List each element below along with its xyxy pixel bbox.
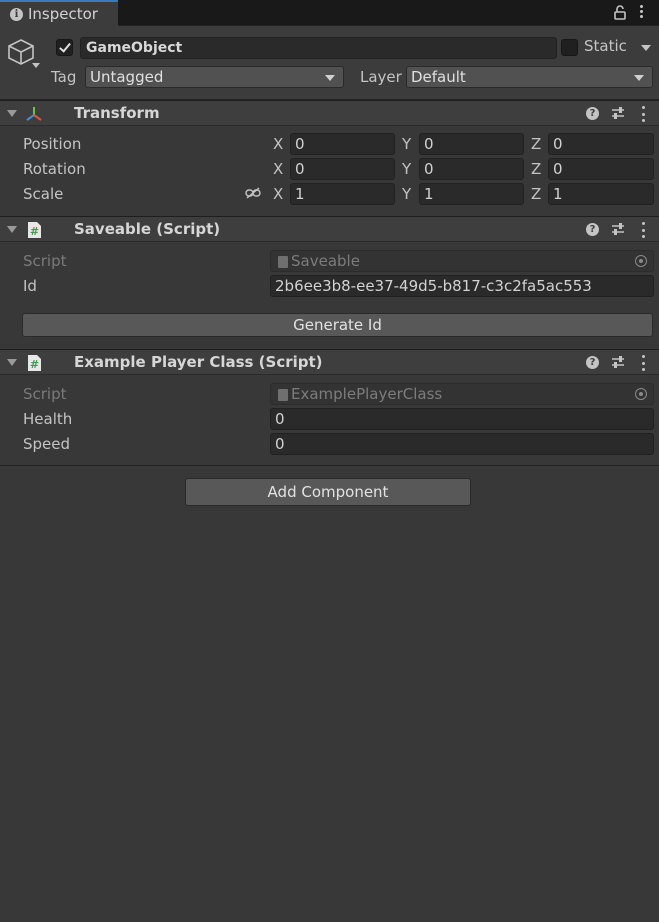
static-label: Static [584,37,627,55]
id-label: Id [23,277,37,295]
tab-menu-icon[interactable] [638,5,644,18]
chevron-down-icon [634,75,644,81]
health-input[interactable]: 0 [270,408,654,430]
svg-text:#: # [30,225,39,238]
axis-z-label[interactable]: Z [531,135,541,153]
axis-z-label[interactable]: Z [531,185,541,203]
generate-id-button[interactable]: Generate Id [22,313,653,337]
rotation-x-input[interactable]: 0 [290,158,395,180]
tag-dropdown[interactable]: Untagged [85,66,344,88]
axis-z-label[interactable]: Z [531,160,541,178]
script-file-icon [278,256,288,268]
component-menu-icon[interactable] [640,355,646,371]
presets-icon[interactable] [611,355,625,369]
active-toggle[interactable] [56,39,73,56]
gameobject-name-input[interactable]: GameObject [80,37,557,59]
transform-header[interactable]: Transform ? [0,100,659,126]
component-menu-icon[interactable] [640,222,646,238]
scale-z-input[interactable]: 1 [548,183,654,205]
script-file-icon [278,389,288,401]
example-player-class-header[interactable]: # Example Player Class (Script) ? [0,349,659,375]
speed-label: Speed [23,435,71,453]
component-menu-icon[interactable] [640,106,646,122]
component-title: Example Player Class (Script) [74,353,323,371]
transform-icon [26,107,42,121]
object-picker-icon[interactable] [635,388,647,400]
component-title: Saveable (Script) [74,220,221,238]
constrain-proportions-icon[interactable] [245,186,261,200]
script-label: Script [23,385,67,403]
chevron-down-icon [325,75,335,81]
axis-x-label[interactable]: X [273,135,283,153]
tab-label: Inspector [28,5,98,23]
icon-dropdown-caret[interactable] [32,63,40,68]
layer-label: Layer [360,68,402,86]
axis-x-label[interactable]: X [273,185,283,203]
scale-x-input[interactable]: 1 [290,183,395,205]
position-x-input[interactable]: 0 [290,133,395,155]
script-value: Saveable [291,252,360,270]
axis-y-label[interactable]: Y [402,160,411,178]
static-toggle[interactable] [561,39,578,56]
scale-label: Scale [23,185,64,203]
layer-dropdown[interactable]: Default [406,66,653,88]
tag-value: Untagged [90,68,164,86]
help-icon[interactable]: ? [586,356,599,369]
axis-y-label[interactable]: Y [402,135,411,153]
speed-input[interactable]: 0 [270,433,654,455]
script-value: ExamplePlayerClass [291,385,443,403]
id-input[interactable]: 2b6ee3b8-ee37-49d5-b817-c3c2fa5ac553 [270,275,654,297]
scale-y-input[interactable]: 1 [419,183,524,205]
rotation-y-input[interactable]: 0 [419,158,524,180]
divider [0,465,659,466]
rotation-label: Rotation [23,160,86,178]
svg-text:#: # [30,358,39,371]
position-label: Position [23,135,82,153]
tag-label: Tag [51,68,77,86]
foldout-arrow-icon[interactable] [7,226,17,233]
position-y-input[interactable]: 0 [419,133,524,155]
component-title: Transform [74,104,160,122]
rotation-z-input[interactable]: 0 [548,158,654,180]
script-label: Script [23,252,67,270]
saveable-header[interactable]: # Saveable (Script) ? [0,216,659,242]
csharp-script-icon: # [28,355,41,371]
presets-icon[interactable] [611,222,625,236]
axis-y-label[interactable]: Y [402,185,411,203]
foldout-arrow-icon[interactable] [7,110,17,117]
object-picker-icon[interactable] [635,255,647,267]
layer-value: Default [411,68,466,86]
help-icon[interactable]: ? [586,223,599,236]
position-z-input[interactable]: 0 [548,133,654,155]
tab-bar: i Inspector [0,0,659,26]
presets-icon[interactable] [611,106,625,120]
gameobject-header: GameObject Static Tag Untagged Layer Def… [0,26,659,100]
static-dropdown-caret[interactable] [641,45,651,51]
tab-inspector[interactable]: i Inspector [0,0,118,26]
foldout-arrow-icon[interactable] [7,359,17,366]
help-icon[interactable]: ? [586,107,599,120]
info-icon: i [10,7,23,21]
script-object-field[interactable]: Saveable [270,250,654,272]
lock-icon[interactable] [614,5,626,20]
script-object-field[interactable]: ExamplePlayerClass [270,383,654,405]
health-label: Health [23,410,73,428]
axis-x-label[interactable]: X [273,160,283,178]
add-component-button[interactable]: Add Component [185,478,471,506]
csharp-script-icon: # [28,222,41,238]
